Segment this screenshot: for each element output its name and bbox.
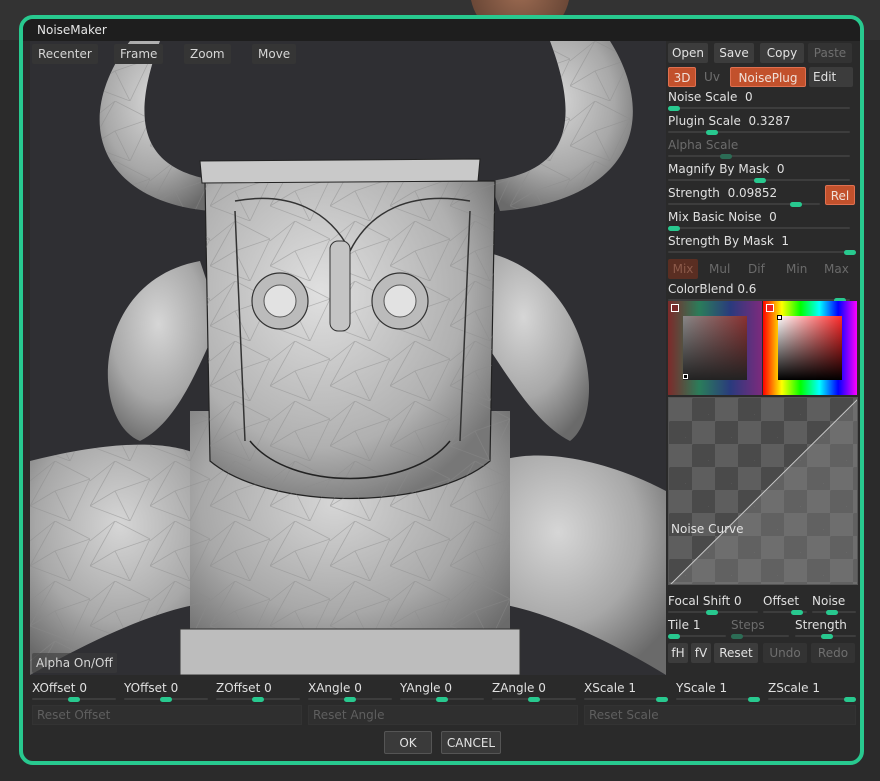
xscale-slider[interactable]: XScale 1: [584, 680, 668, 702]
noise-curve-editor[interactable]: Noise Curve: [668, 397, 858, 585]
noise-curve-label: Noise Curve: [671, 522, 744, 536]
strength-slider[interactable]: Strength 0.09852: [668, 185, 820, 207]
curve-strength-slider[interactable]: Strength: [795, 617, 856, 639]
zoffset-slider[interactable]: ZOffset 0: [216, 680, 300, 702]
yangle-slider[interactable]: YAngle 0: [400, 680, 484, 702]
uv-button[interactable]: Uv: [699, 67, 725, 87]
cancel-button[interactable]: CANCEL: [441, 731, 501, 754]
blend-dif-button[interactable]: Dif: [748, 262, 765, 276]
curve-undo-button[interactable]: Undo: [763, 643, 807, 663]
blend-min-button[interactable]: Min: [786, 262, 807, 276]
noisemaker-dialog: NoiseMaker Recenter Frame Zoom Move Alph…: [19, 15, 864, 765]
primary-color-indicator: [766, 304, 774, 312]
tile-slider[interactable]: Tile 1: [668, 617, 726, 639]
offset-slider[interactable]: Offset: [763, 593, 807, 615]
plugin-scale-slider[interactable]: Plugin Scale 0.3287: [668, 113, 850, 135]
blend-mix-button[interactable]: Mix: [668, 259, 698, 279]
rel-button[interactable]: Rel: [825, 185, 855, 205]
noise-scale-slider[interactable]: Noise Scale 0: [668, 89, 850, 111]
magnify-by-mask-slider[interactable]: Magnify By Mask 0: [668, 161, 850, 183]
mix-basic-noise-slider[interactable]: Mix Basic Noise 0: [668, 209, 850, 231]
yscale-slider[interactable]: YScale 1: [676, 680, 760, 702]
paste-button[interactable]: Paste: [808, 43, 852, 63]
move-button[interactable]: Move: [252, 44, 297, 64]
primary-color-cursor: [777, 315, 782, 320]
open-button[interactable]: Open: [668, 43, 708, 63]
sculpt-preview-image: [30, 41, 666, 675]
primary-color-picker[interactable]: [763, 301, 857, 395]
secondary-color-indicator: [671, 304, 679, 312]
noise-slider[interactable]: Noise: [812, 593, 856, 615]
secondary-color-square[interactable]: [683, 316, 747, 380]
blend-mul-button[interactable]: Mul: [709, 262, 730, 276]
copy-button[interactable]: Copy: [760, 43, 804, 63]
flip-vertical-button[interactable]: fV: [691, 643, 711, 663]
reset-scale-button[interactable]: Reset Scale: [584, 705, 856, 725]
xangle-slider[interactable]: XAngle 0: [308, 680, 392, 702]
curve-reset-button[interactable]: Reset: [714, 643, 758, 663]
curve-redo-button[interactable]: Redo: [811, 643, 855, 663]
save-button[interactable]: Save: [714, 43, 754, 63]
ok-button[interactable]: OK: [384, 731, 432, 754]
preview-viewport[interactable]: Recenter Frame Zoom Move Alpha On/Off: [30, 41, 666, 675]
steps-slider: Steps: [731, 617, 789, 639]
recenter-button[interactable]: Recenter: [32, 44, 98, 64]
zscale-slider[interactable]: ZScale 1: [768, 680, 856, 702]
secondary-color-cursor: [683, 374, 688, 379]
reset-angle-button[interactable]: Reset Angle: [308, 705, 578, 725]
color-blend-slider[interactable]: ColorBlend 0.6: [668, 281, 850, 303]
edit-button[interactable]: Edit: [809, 67, 853, 87]
secondary-color-picker[interactable]: [668, 301, 762, 395]
title-bar: NoiseMaker: [23, 19, 860, 41]
zangle-slider[interactable]: ZAngle 0: [492, 680, 576, 702]
strength-by-mask-slider[interactable]: Strength By Mask 1: [668, 233, 856, 255]
primary-color-square[interactable]: [778, 316, 842, 380]
flip-horizontal-button[interactable]: fH: [668, 643, 688, 663]
focal-shift-slider[interactable]: Focal Shift 0: [668, 593, 758, 615]
reset-offset-button[interactable]: Reset Offset: [32, 705, 302, 725]
alpha-toggle-button[interactable]: Alpha On/Off: [32, 653, 117, 673]
noise-curve-shape: [670, 399, 857, 584]
noiseplug-button[interactable]: NoisePlug: [730, 67, 806, 87]
alpha-scale-slider: Alpha Scale: [668, 137, 850, 159]
zoom-button[interactable]: Zoom: [184, 44, 231, 64]
window-title: NoiseMaker: [37, 23, 107, 37]
frame-button[interactable]: Frame: [114, 44, 164, 64]
yoffset-slider[interactable]: YOffset 0: [124, 680, 208, 702]
blend-max-button[interactable]: Max: [824, 262, 849, 276]
3d-button[interactable]: 3D: [668, 67, 696, 87]
xoffset-slider[interactable]: XOffset 0: [32, 680, 116, 702]
